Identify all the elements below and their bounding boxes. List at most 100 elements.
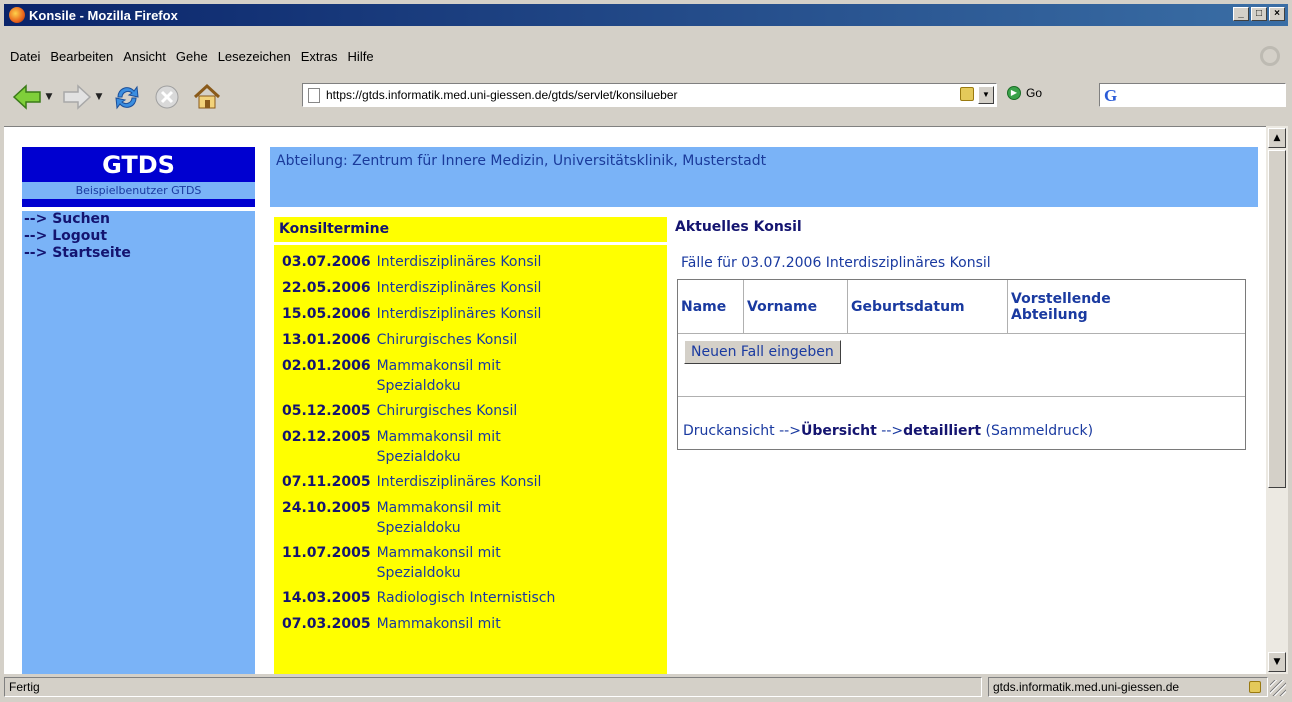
print-overview-link[interactable]: Übersicht (801, 423, 877, 439)
secure-lock-icon[interactable] (1249, 681, 1261, 693)
list-item[interactable]: 02.01.2006 Mammakonsil mit Spezialdoku (282, 355, 667, 396)
throbber-icon (1260, 46, 1280, 66)
window-controls: _ □ × (1233, 7, 1285, 21)
new-case-button[interactable]: Neuen Fall eingeben (684, 340, 841, 364)
print-arrow: --> (876, 423, 904, 439)
sidebar-item-logout[interactable]: --> Logout (24, 228, 255, 245)
resize-grip-icon[interactable] (1270, 680, 1286, 696)
termin-name[interactable]: Radiologisch Internistisch (377, 587, 556, 609)
menu-extras[interactable]: Extras (297, 49, 344, 64)
page-viewport: GTDS Beispielbenutzer GTDS Abteilung: Ze… (4, 126, 1266, 674)
url-dropdown-button[interactable]: ▼ (978, 86, 994, 104)
menu-datei[interactable]: Datei (4, 49, 46, 64)
status-text: Fertig (4, 677, 982, 697)
termin-date[interactable]: 05.12.2005 (282, 400, 371, 422)
termin-name[interactable]: Mammakonsil mit (377, 613, 501, 635)
logo-title: GTDS (102, 151, 175, 179)
konsiltermine-list: 03.07.2006 Interdisziplinäres Konsil 22.0… (274, 245, 667, 674)
menu-bar: Datei Bearbeiten Ansicht Gehe Lesezeiche… (4, 44, 1288, 68)
list-item[interactable]: 11.07.2005 Mammakonsil mit Spezialdoku (282, 542, 667, 583)
termin-name[interactable]: Interdisziplinäres Konsil (377, 303, 542, 325)
menu-hilfe[interactable]: Hilfe (344, 49, 380, 64)
termin-date[interactable]: 07.03.2005 (282, 613, 371, 635)
termin-date[interactable]: 07.11.2005 (282, 471, 371, 493)
scroll-up-button[interactable]: ▲ (1268, 128, 1286, 148)
termin-date[interactable]: 22.05.2006 (282, 277, 371, 299)
column-header-abteilung: Vorstellende Abteilung (1011, 290, 1111, 323)
list-item[interactable]: 22.05.2006 Interdisziplinäres Konsil (282, 277, 667, 299)
search-input[interactable]: G (1099, 83, 1286, 107)
reload-icon[interactable] (110, 80, 144, 114)
scroll-thumb[interactable] (1268, 150, 1286, 488)
list-item[interactable]: 24.10.2005 Mammakonsil mit Spezialdoku (282, 497, 667, 538)
termin-date[interactable]: 03.07.2006 (282, 251, 371, 273)
menu-lesezeichen[interactable]: Lesezeichen (214, 49, 297, 64)
back-history-dropdown[interactable]: ▼ (44, 92, 54, 102)
window-titlebar: Konsile - Mozilla Firefox _ □ × (4, 4, 1288, 26)
lock-icon[interactable] (960, 87, 974, 101)
termin-name[interactable]: Interdisziplinäres Konsil (377, 471, 542, 493)
firefox-logo-icon (9, 7, 25, 23)
termin-name[interactable]: Mammakonsil mit Spezialdoku (377, 426, 547, 467)
menu-bearbeiten[interactable]: Bearbeiten (46, 49, 119, 64)
maximize-button[interactable]: □ (1251, 7, 1267, 21)
termin-name[interactable]: Chirurgisches Konsil (377, 400, 518, 422)
scroll-down-button[interactable]: ▼ (1268, 652, 1286, 672)
termin-name[interactable]: Interdisziplinäres Konsil (377, 277, 542, 299)
department-label: Abteilung: Zentrum für Innere Medizin, U… (276, 153, 767, 169)
forward-history-dropdown[interactable]: ▼ (94, 92, 104, 102)
home-icon[interactable] (190, 80, 224, 114)
sidebar: --> Suchen --> Logout --> Startseite (22, 211, 255, 674)
forward-arrow-icon[interactable] (60, 80, 94, 114)
column-header-geburtsdatum: Geburtsdatum (848, 280, 1008, 333)
list-item[interactable]: 07.11.2005 Interdisziplinäres Konsil (282, 471, 667, 493)
close-button[interactable]: × (1269, 7, 1285, 21)
url-text[interactable]: https://gtds.informatik.med.uni-giessen.… (326, 88, 678, 102)
stop-icon[interactable] (150, 80, 184, 114)
termin-date[interactable]: 15.05.2006 (282, 303, 371, 325)
status-host-text: gtds.informatik.med.uni-giessen.de (993, 680, 1180, 694)
faelle-subtitle: Fälle für 03.07.2006 Interdisziplinäres … (681, 255, 991, 271)
menu-gehe[interactable]: Gehe (172, 49, 214, 64)
google-search-icon[interactable]: G (1104, 86, 1117, 106)
list-item[interactable]: 05.12.2005 Chirurgisches Konsil (282, 400, 667, 422)
go-label: Go (1026, 86, 1043, 100)
termin-date[interactable]: 24.10.2005 (282, 497, 371, 538)
konsiltermine-title: Konsiltermine (274, 217, 667, 243)
list-item[interactable]: 02.12.2005 Mammakonsil mit Spezialdoku (282, 426, 667, 467)
print-detailed-link[interactable]: detailliert (903, 423, 981, 439)
go-arrow-icon: ▶ (1007, 86, 1021, 100)
status-host: gtds.informatik.med.uni-giessen.de (988, 677, 1268, 697)
department-header: Abteilung: Zentrum für Innere Medizin, U… (270, 147, 1258, 207)
sidebar-item-suchen[interactable]: --> Suchen (24, 211, 255, 228)
termin-date[interactable]: 11.07.2005 (282, 542, 371, 583)
termin-date[interactable]: 02.01.2006 (282, 355, 371, 396)
termin-date[interactable]: 13.01.2006 (282, 329, 371, 351)
print-links-row: Druckansicht -->Übersicht -->detailliert… (678, 397, 1245, 449)
list-item[interactable]: 13.01.2006 Chirurgisches Konsil (282, 329, 667, 351)
status-bar: Fertig gtds.informatik.med.uni-giessen.d… (4, 676, 1288, 698)
termin-name[interactable]: Mammakonsil mit Spezialdoku (377, 497, 547, 538)
list-item[interactable]: 03.07.2006 Interdisziplinäres Konsil (282, 251, 667, 273)
url-bar[interactable]: https://gtds.informatik.med.uni-giessen.… (302, 83, 997, 107)
list-item[interactable]: 15.05.2006 Interdisziplinäres Konsil (282, 303, 667, 325)
list-item[interactable]: 07.03.2005 Mammakonsil mit (282, 613, 667, 635)
termin-name[interactable]: Interdisziplinäres Konsil (377, 251, 542, 273)
termin-date[interactable]: 14.03.2005 (282, 587, 371, 609)
back-arrow-icon[interactable] (10, 80, 44, 114)
print-collect-link[interactable]: (Sammeldruck) (981, 423, 1094, 439)
gtds-logo: GTDS Beispielbenutzer GTDS (22, 147, 255, 207)
go-button[interactable]: ▶ Go (1007, 86, 1042, 100)
sidebar-item-startseite[interactable]: --> Startseite (24, 245, 255, 262)
table-header: Name Vorname Geburtsdatum Vorstellende A… (678, 280, 1245, 334)
vertical-scrollbar[interactable]: ▲ ▼ (1266, 126, 1288, 674)
termin-name[interactable]: Mammakonsil mit Spezialdoku (377, 542, 547, 583)
termin-name[interactable]: Chirurgisches Konsil (377, 329, 518, 351)
minimize-button[interactable]: _ (1233, 7, 1249, 21)
aktuelles-konsil-title: Aktuelles Konsil (675, 219, 802, 235)
termin-name[interactable]: Mammakonsil mit Spezialdoku (377, 355, 547, 396)
menu-ansicht[interactable]: Ansicht (119, 49, 172, 64)
column-header-name: Name (678, 280, 744, 333)
list-item[interactable]: 14.03.2005 Radiologisch Internistisch (282, 587, 667, 609)
termin-date[interactable]: 02.12.2005 (282, 426, 371, 467)
